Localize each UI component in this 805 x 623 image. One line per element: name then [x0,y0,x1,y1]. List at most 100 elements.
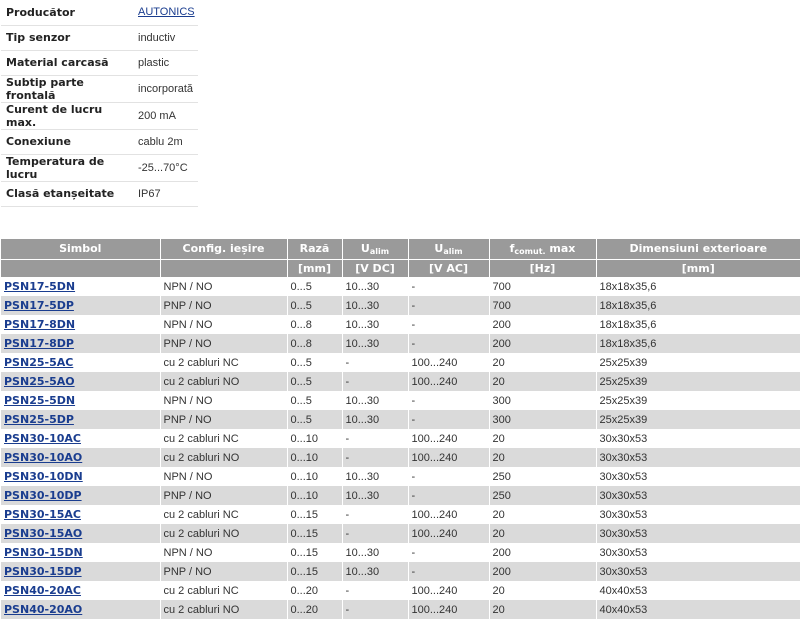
product-link[interactable]: PSN30-15DN [4,546,83,559]
specs-table: Producător AUTONICS Tip senzor inductiv Mate… [1,0,198,207]
col-header-freq[interactable]: fcomut. max [489,239,597,259]
cell-voltage-ac: - [408,334,490,353]
product-link[interactable]: PSN17-5DN [4,280,75,293]
cell-frequency: 700 [489,277,597,296]
cell-voltage-dc: 10...30 [342,315,409,334]
cell-dimensions: 25x25x39 [599,356,648,369]
product-link[interactable]: PSN30-10DN [4,470,83,483]
cell-frequency: 250 [489,486,597,505]
cell-frequency: 700 [489,296,597,315]
cell-voltage-dc: 10...30 [342,543,409,562]
cell-range: 0...5 [287,410,343,429]
cell-symbol: PSN25-5AO [1,372,161,391]
cell-dimensions: 40x40x53 [599,584,648,597]
cell-symbol: PSN30-15AC [1,505,161,524]
cell-output-config: NPN / NO [160,543,288,562]
cell-dimensions: 18x18x35,6 [599,318,657,331]
cell-symbol: PSN17-8DN [1,315,161,334]
product-link[interactable]: PSN30-10DP [4,489,82,502]
product-link[interactable]: PSN30-15AO [4,527,82,540]
col-header-config[interactable]: Config. ieșire [160,239,288,259]
cell-range: 0...20 [287,600,343,619]
unit-cell [160,258,288,277]
cell-range: 0...5 [287,277,343,296]
cell-frequency: 200 [489,334,597,353]
table-row: PSN30-10DP PNP / NO 0...10 10...30-250 30x30… [1,486,800,505]
cell-range: 0...10 [287,429,343,448]
product-link[interactable]: PSN17-8DN [4,318,75,331]
cell-output-config: cu 2 cabluri NC [160,429,288,448]
table-row: PSN40-20AC cu 2 cabluri NC 0...20-100...24… [1,581,800,600]
table-row: PSN30-15DN NPN / NO 0...15 10...30-200 30x30… [1,543,800,562]
cell-symbol: PSN30-15AO [1,524,161,543]
cell-output-config: cu 2 cabluri NC [160,505,288,524]
manufacturer-link[interactable]: AUTONICS [138,6,195,18]
spec-value: cablu 2m [131,129,198,155]
spec-value-cell: AUTONICS [131,0,198,26]
cell-range: 0...10 [287,467,343,486]
table-row: PSN40-20AO cu 2 cabluri NO 0...20-100...24… [1,600,800,619]
cell-voltage-ac: - [408,410,490,429]
table-row: PSN17-5DP PNP / NO 0...5 10...30-700 18x18x3… [1,296,800,315]
product-link[interactable]: PSN30-10AC [4,432,81,445]
cell-dimensions: 25x25x39 [596,410,800,429]
cell-voltage-dc: 10...30 [342,334,409,353]
product-link[interactable]: PSN40-20AC [4,584,81,597]
spec-row: Curent de lucru max. 200 mA [1,102,198,130]
product-link[interactable]: PSN25-5AO [4,375,75,388]
cell-voltage-dc: 10...30 [342,467,409,486]
table-row: PSN25-5AO cu 2 cabluri NO 0...5-100...240 2… [1,372,800,391]
spec-row: Conexiune cablu 2m [1,129,198,155]
cell-dimensions: 30x30x53 [599,470,648,483]
cell-voltage-dc: 10...30 [342,486,409,505]
cell-voltage-ac: - [408,543,490,562]
product-link[interactable]: PSN25-5DP [4,413,74,426]
cell-frequency: 300 [489,391,597,410]
col-header-dims[interactable]: Dimensiuni exterioare [596,239,800,259]
product-link[interactable]: PSN17-5DP [4,299,74,312]
cell-symbol: PSN25-5DP [1,410,161,429]
cell-output-config: PNP / NO [160,486,288,505]
cell-voltage-ac: - [408,296,490,315]
col-header-range[interactable]: Rază [287,239,343,259]
cell-symbol: PSN30-10AO [1,448,161,467]
cell-dimensions: 30x30x53 [596,486,800,505]
product-link[interactable]: PSN40-20AO [4,603,82,616]
product-link[interactable]: PSN25-5AC [4,356,73,369]
product-link[interactable]: PSN25-5DN [4,394,75,407]
cell-output-config: PNP / NO [160,334,288,353]
cell-frequency: 20 [489,505,597,524]
cell-frequency: 200 [489,315,597,334]
unit-cell: [Hz] [489,258,597,277]
cell-range: 0...5 [287,296,343,315]
cell-voltage-ac: - [408,562,490,581]
cell-range: 0...5 [287,372,343,391]
cell-range: 0...10 [287,448,343,467]
cell-output-config: cu 2 cabluri NO [160,524,288,543]
cell-voltage-dc: 10...30 [342,410,409,429]
cell-voltage-ac: 100...240 [408,353,490,372]
spec-label: Material carcasă [1,50,131,76]
cell-dimensions: 30x30x53 [596,448,800,467]
spec-row: Temperatura de lucru -25...70°C [1,154,198,182]
unit-cell [1,258,161,277]
col-header-udc[interactable]: Ualim [342,239,409,259]
cell-output-config: PNP / NO [160,562,288,581]
cell-symbol: PSN17-5DN [1,277,161,296]
cell-voltage-ac: 100...240 [408,448,490,467]
product-link[interactable]: PSN30-15AC [4,508,81,521]
cell-symbol: PSN17-5DP [1,296,161,315]
cell-voltage-dc: - [342,581,409,600]
product-link[interactable]: PSN30-10AO [4,451,82,464]
col-header-uac[interactable]: Ualim [408,239,490,259]
cell-symbol: PSN17-8DP [1,334,161,353]
table-units-row: [mm] [V DC] [V AC] [Hz] [mm] [1,258,800,277]
table-row: PSN30-10AO cu 2 cabluri NO 0...10-100...24… [1,448,800,467]
col-header-symbol[interactable]: Simbol [1,239,161,259]
product-link[interactable]: PSN30-15DP [4,565,82,578]
cell-output-config: cu 2 cabluri NO [160,600,288,619]
cell-voltage-dc: - [342,372,409,391]
product-link[interactable]: PSN17-8DP [4,337,74,350]
cell-voltage-ac: - [408,315,490,334]
cell-dimensions: 30x30x53 [599,546,648,559]
